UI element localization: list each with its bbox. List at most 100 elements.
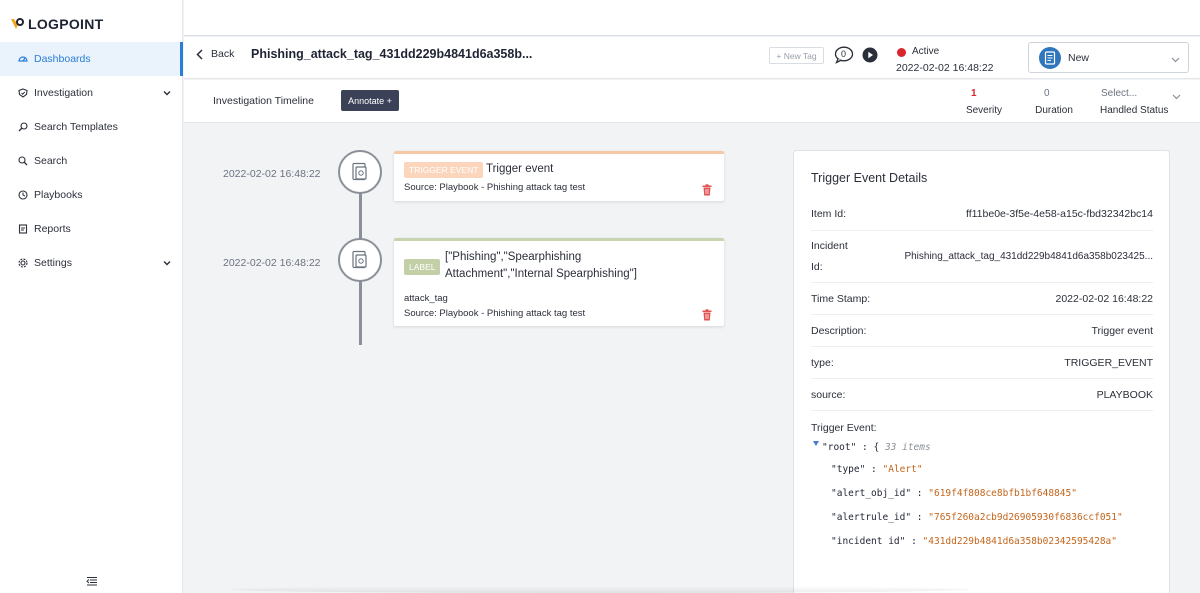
json-collapse-arrow-icon[interactable]	[813, 441, 819, 446]
sidebar-item-label: Reports	[34, 223, 71, 235]
json-key: "incident id"	[831, 536, 906, 547]
trigger-event-label: Trigger Event:	[811, 422, 877, 434]
json-entry: "alert_obj_id" : "619f4f808ce8bfb1bf6488…	[831, 488, 1077, 499]
duration-label: Duration	[1035, 105, 1073, 116]
back-label: Back	[211, 48, 235, 60]
handled-status-label: Handled Status	[1100, 105, 1169, 116]
json-root-open: : {	[856, 442, 880, 453]
json-root: "root" : { 33 items	[822, 442, 931, 453]
chevron-down-icon[interactable]	[163, 258, 171, 266]
state-value: New	[1068, 51, 1090, 64]
logpoint-logo-icon	[10, 17, 24, 31]
details-title: Trigger Event Details	[811, 171, 928, 185]
detail-row-incident-id: Incident Id: Phishing_attack_tag_431dd22…	[811, 231, 1153, 283]
sidebar-item-search[interactable]: Search	[0, 144, 183, 178]
timeline-title: Investigation Timeline	[213, 95, 314, 107]
detail-row-type: type: TRIGGER_EVENT	[811, 347, 1153, 379]
logo[interactable]: LOGPOINT	[10, 14, 104, 34]
json-sep: :	[911, 488, 929, 499]
detail-value: ff11be0e-3f5e-4e58-a15c-fbd32342bc14	[965, 208, 1153, 220]
trash-icon[interactable]	[702, 309, 712, 321]
json-sep: :	[905, 536, 923, 547]
detail-key: source:	[811, 389, 846, 401]
sidebar-item-label: Playbooks	[34, 189, 83, 201]
back-button[interactable]: Back	[196, 48, 234, 60]
event-type-badge: TRIGGER EVENT	[404, 162, 484, 178]
json-sep: :	[865, 464, 883, 475]
sidebar-item-label: Investigation	[34, 87, 93, 99]
shield-icon	[18, 88, 28, 98]
detail-value: TRIGGER_EVENT	[1064, 357, 1153, 369]
top-bar	[184, 0, 1200, 36]
detail-key: Item Id:	[811, 208, 847, 220]
sidebar-item-settings[interactable]: Settings	[0, 246, 183, 280]
search-icon	[18, 156, 28, 166]
sidebar-item-playbooks[interactable]: Playbooks	[0, 178, 183, 212]
sidebar-item-label: Settings	[34, 257, 72, 269]
timeline-time: 2022-02-02 16:48:22	[223, 168, 321, 180]
sidebar-item-search-templates[interactable]: Search Templates	[0, 110, 183, 144]
json-entry: "incident id" : "431dd229b4841d6a358b023…	[831, 536, 1117, 547]
sidebar-nav: Dashboards Investigation Search Template…	[0, 42, 183, 280]
event-title: Trigger event	[486, 163, 554, 175]
detail-value: 2022-02-02 16:48:22	[1055, 293, 1154, 305]
logo-text: LOGPOINT	[28, 16, 104, 32]
play-icon[interactable]	[862, 47, 878, 63]
duration-value: 0	[1044, 88, 1050, 99]
detail-row-source: source: PLAYBOOK	[811, 379, 1153, 411]
detail-row-description: Description: Trigger event	[811, 315, 1153, 347]
json-value: "765f260a2cb9d26905930f6836ccf051"	[928, 512, 1123, 523]
timeline-event-card[interactable]: LABEL ["Phishing","Spearphishing Attachm…	[394, 238, 724, 326]
detail-value: Phishing_attack_tag_431dd229b4841d6a358b…	[904, 251, 1153, 262]
event-document-icon	[352, 162, 367, 181]
sidebar: LOGPOINT Dashboards Investigation Search…	[0, 0, 183, 593]
event-subtitle: attack_tag	[404, 293, 448, 304]
sidebar-item-dashboards[interactable]: Dashboards	[0, 42, 183, 76]
json-key: "alert_obj_id"	[831, 488, 912, 499]
json-value: "Alert"	[882, 464, 923, 475]
timeline-time: 2022-02-02 16:48:22	[223, 257, 321, 269]
json-key: "alertrule_id"	[831, 512, 912, 523]
event-source: Source: Playbook - Phishing attack tag t…	[404, 182, 586, 193]
json-item-count: 33 items	[884, 442, 931, 453]
event-title-line1: ["Phishing","Spearphishing	[445, 251, 582, 263]
timeline-node	[338, 238, 382, 282]
timeline-toolbar: Investigation Timeline Annotate + 1 Seve…	[184, 80, 1200, 123]
dashboard-icon	[18, 54, 28, 64]
json-value: "431dd229b4841d6a358b02342595428a"	[922, 536, 1117, 547]
json-value: "619f4f808ce8bfb1bf648845"	[928, 488, 1077, 499]
event-title-line2: Attachment","Internal Spearphishing"]	[445, 268, 637, 280]
timeline-event-card[interactable]: TRIGGER EVENT Trigger event Source: Play…	[394, 151, 724, 201]
json-root-key: "root"	[822, 442, 857, 453]
status-text: Active	[912, 46, 940, 57]
incident-title: Phishing_attack_tag_431dd229b4841d6a358b…	[251, 47, 533, 61]
trash-icon[interactable]	[702, 184, 712, 196]
severity-label: Severity	[965, 105, 1003, 116]
detail-key: Incident	[811, 240, 848, 252]
annotate-button[interactable]: Annotate +	[341, 90, 399, 111]
sidebar-item-investigation[interactable]: Investigation	[0, 76, 183, 110]
detail-value: Trigger event	[1091, 325, 1153, 337]
detail-key: type:	[811, 357, 834, 369]
incident-header: Back Phishing_attack_tag_431dd229b4841d6…	[184, 37, 1200, 79]
trigger-event-details-panel: Trigger Event Details Item Id: ff11be0e-…	[793, 150, 1170, 593]
event-document-icon	[352, 250, 367, 269]
severity-value: 1	[971, 88, 977, 99]
event-source: Source: Playbook - Phishing attack tag t…	[404, 308, 586, 319]
chevron-down-icon	[1172, 91, 1181, 103]
sidebar-item-reports[interactable]: Reports	[0, 212, 183, 246]
json-sep: :	[911, 512, 929, 523]
new-tag-button[interactable]: + New Tag	[769, 47, 824, 64]
detail-row-item-id: Item Id: ff11be0e-3f5e-4e58-a15c-fbd3234…	[811, 199, 1153, 231]
detail-key: Description:	[811, 325, 867, 337]
timeline-node	[338, 150, 382, 194]
handled-status-select[interactable]: Select... Handled Status	[1100, 88, 1190, 116]
detail-value: PLAYBOOK	[1096, 389, 1153, 401]
incident-state-select[interactable]: New	[1028, 42, 1189, 73]
sidebar-item-label: Dashboards	[34, 53, 91, 65]
sidebar-item-label: Search	[34, 155, 68, 167]
document-icon	[1039, 46, 1061, 69]
chevron-down-icon[interactable]	[163, 88, 171, 96]
collapse-menu-icon[interactable]	[86, 576, 98, 586]
playbook-icon	[18, 190, 28, 200]
